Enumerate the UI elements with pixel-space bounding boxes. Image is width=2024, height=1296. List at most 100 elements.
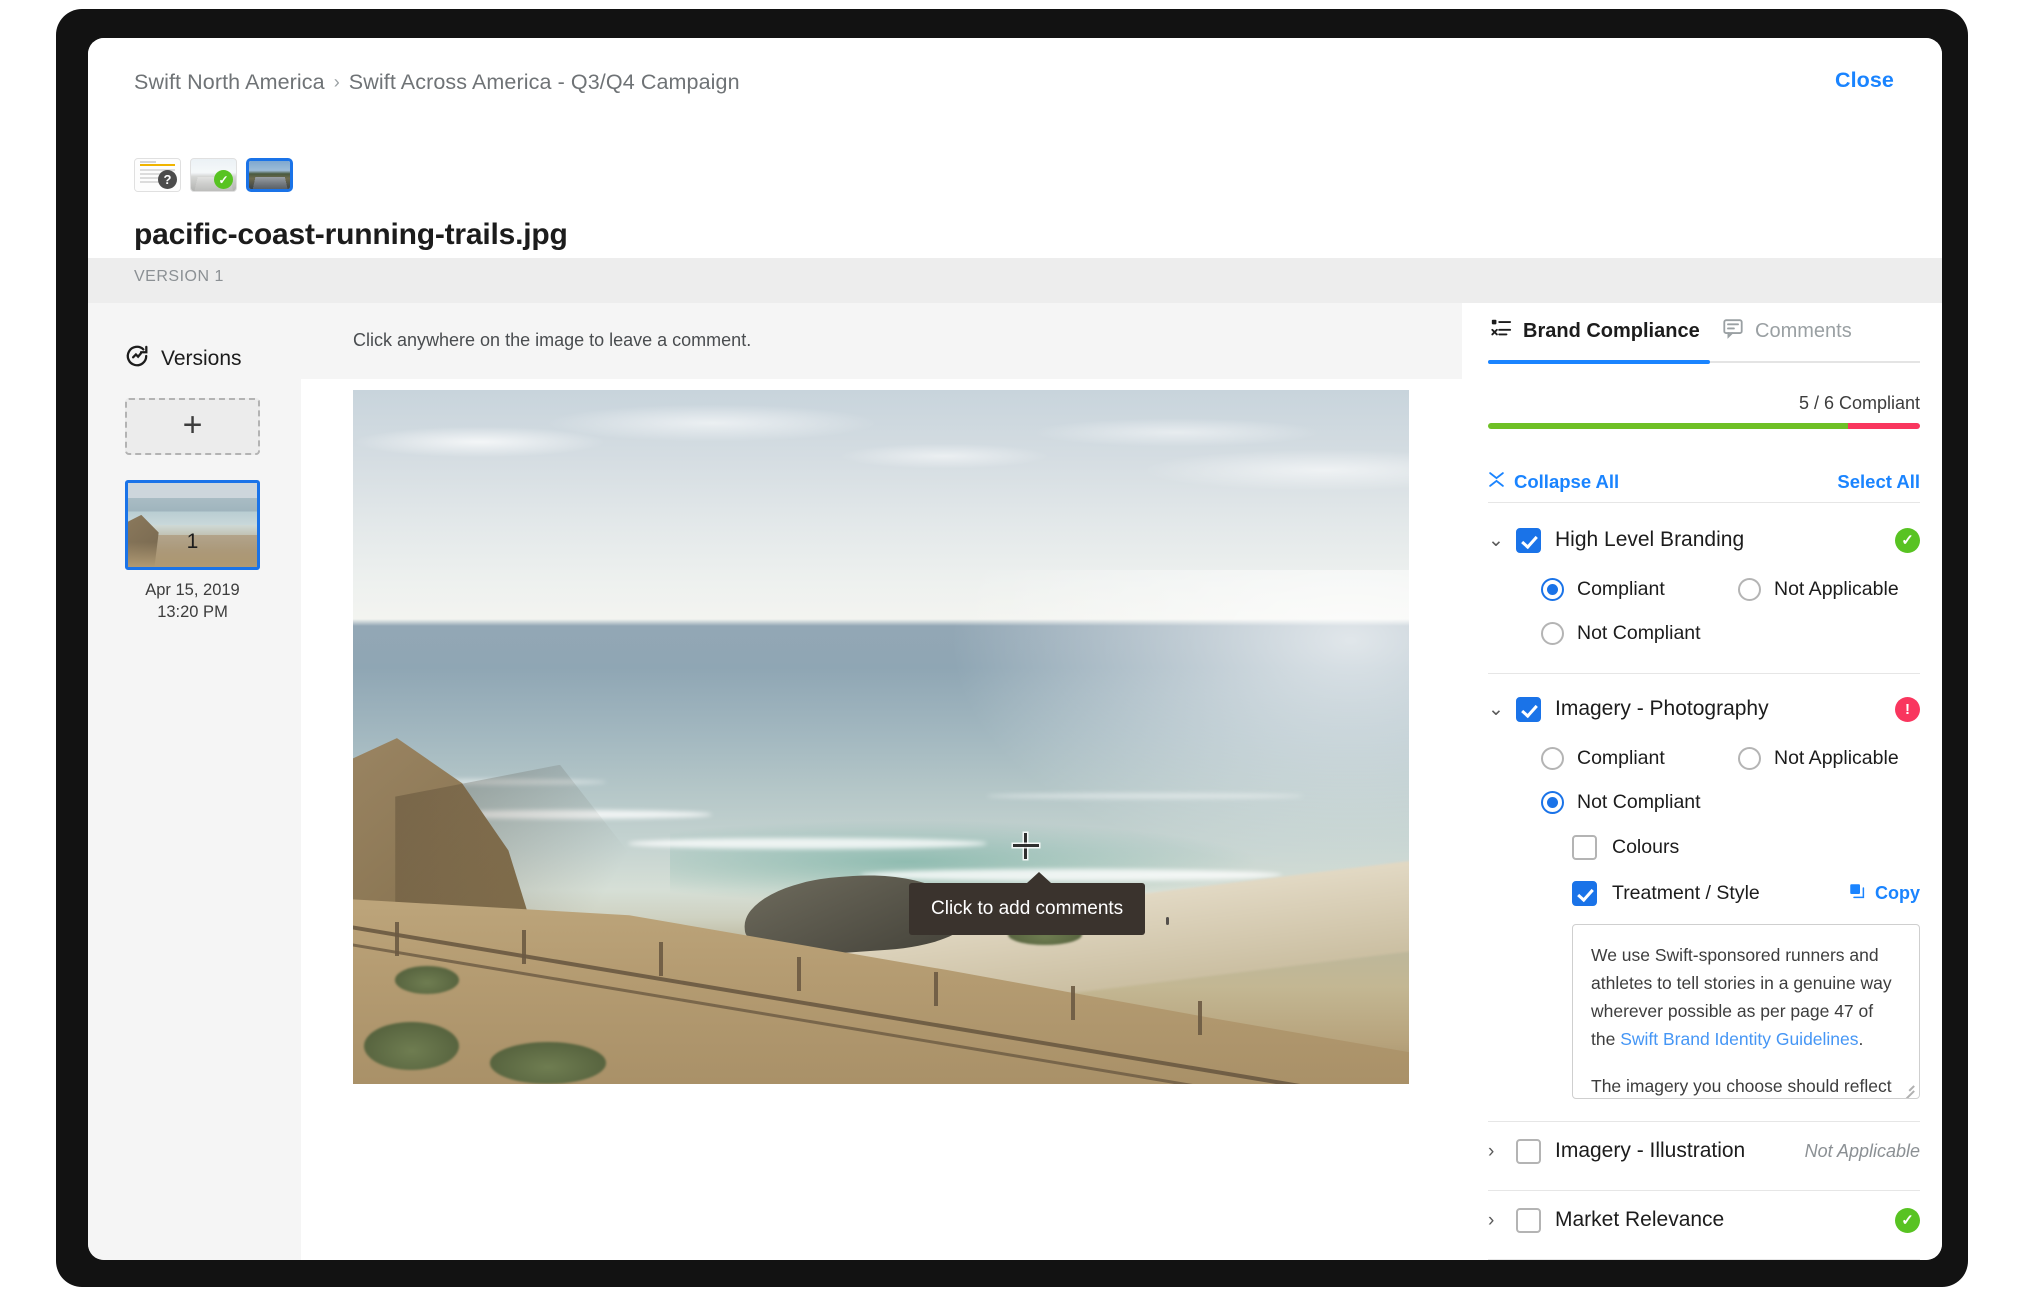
progress-compliant-segment	[1488, 423, 1848, 429]
chevron-down-icon[interactable]: ⌄	[1488, 531, 1504, 550]
guidance-textarea[interactable]: We use Swift-sponsored runners and athle…	[1572, 924, 1920, 1099]
sub-checkbox[interactable]	[1572, 834, 1597, 860]
version-label: VERSION 1	[134, 268, 224, 285]
wave-line	[986, 792, 1304, 799]
asset-image-canvas[interactable]: Click to add comments	[353, 390, 1409, 1084]
question-badge-icon: ?	[158, 170, 177, 189]
radio-not-compliant[interactable]: Not Compliant	[1541, 621, 1701, 645]
version-time-text: 13:20 PM	[157, 603, 228, 622]
radio-not-applicable[interactable]: Not Applicable	[1738, 577, 1920, 601]
green-check-icon: ✓	[1895, 1207, 1920, 1233]
section-checkbox[interactable]	[1516, 527, 1541, 553]
radio-dot	[1541, 790, 1564, 814]
wave-line	[627, 837, 987, 849]
plus-icon: +	[182, 405, 203, 444]
version-history-icon	[124, 343, 150, 374]
section-title: Imagery - Illustration	[1555, 1139, 1746, 1162]
version-timestamp: Apr 15, 2019 13:20 PM	[125, 579, 260, 624]
section-options-row: Compliant Not Applicable	[1541, 736, 1920, 780]
collapse-all-button[interactable]: Collapse All	[1488, 471, 1619, 493]
image-viewer: Click anywhere on the image to leave a c…	[301, 303, 1462, 1260]
guidance-text-part2: .	[1858, 1029, 1864, 1049]
radio-label: Not Compliant	[1577, 621, 1701, 644]
tab-brand-compliance[interactable]: Brand Compliance	[1490, 313, 1700, 349]
panel-tabs: Brand Compliance Comments	[1462, 303, 1942, 364]
comment-bubble-icon	[1722, 317, 1744, 345]
resize-handle-icon[interactable]	[1901, 1081, 1914, 1094]
breadcrumb-separator-icon: ›	[333, 72, 340, 92]
copy-icon	[1848, 882, 1866, 905]
versions-heading: Versions	[161, 346, 242, 370]
tab-comments-label: Comments	[1755, 319, 1852, 342]
add-version-button[interactable]: +	[125, 398, 260, 455]
section-header[interactable]: › Market Relevance ✓	[1488, 1191, 1920, 1249]
road-photo-thumbnail[interactable]: ✓	[190, 158, 237, 192]
section-options-row: Not Compliant	[1541, 780, 1920, 824]
version-thumbnail[interactable]: 1	[125, 480, 260, 570]
selected-preview	[249, 161, 290, 189]
version-date-text: Apr 15, 2019	[145, 581, 240, 599]
selected-photo-thumbnail[interactable]	[246, 158, 293, 192]
guidance-paragraph-2: The imagery you choose should reflect ou…	[1591, 1076, 1892, 1096]
breadcrumb-item-root[interactable]: Swift North America	[134, 70, 325, 94]
compliance-progress-bar	[1488, 423, 1920, 429]
section-checkbox[interactable]	[1516, 696, 1541, 722]
tab-comments[interactable]: Comments	[1722, 313, 1852, 349]
radio-compliant[interactable]: Compliant	[1541, 746, 1665, 770]
radio-compliant[interactable]: Compliant	[1541, 577, 1665, 601]
section-header[interactable]: › Imagery - Illustration Not Applicable	[1488, 1122, 1920, 1180]
section-market-relevance: › Market Relevance ✓	[1488, 1191, 1920, 1260]
sub-checkbox[interactable]	[1572, 880, 1597, 906]
section-checkbox[interactable]	[1516, 1138, 1541, 1164]
compliance-progress: 5 / 6 Compliant	[1488, 393, 1920, 429]
section-options-row: Compliant Not Applicable	[1541, 567, 1920, 611]
shrub	[490, 1042, 607, 1084]
coastal-photograph	[353, 390, 1409, 1084]
fence-post	[933, 971, 938, 1006]
viewer-hint-text: Click anywhere on the image to leave a c…	[353, 330, 752, 350]
compliance-sections-list[interactable]: ⌄ High Level Branding ✓ Compliant Not Ap…	[1488, 513, 1920, 1260]
radio-dot	[1738, 577, 1761, 601]
collapse-all-label: Collapse All	[1514, 470, 1620, 492]
fence-post	[1197, 1000, 1202, 1035]
fence-post	[521, 929, 526, 964]
radio-dot	[1738, 746, 1761, 770]
fence-post	[659, 942, 664, 977]
brand-guidelines-link[interactable]: Swift Brand Identity Guidelines	[1620, 1029, 1858, 1049]
section-header[interactable]: ⌄ Imagery - Photography !	[1488, 682, 1920, 736]
page-title: pacific-coast-running-trails.jpg	[134, 218, 568, 251]
close-button[interactable]: Close	[1835, 68, 1894, 93]
shrub	[363, 1021, 459, 1071]
chevron-down-icon[interactable]: ⌄	[1488, 700, 1504, 719]
tab-brand-compliance-label: Brand Compliance	[1523, 319, 1700, 342]
radio-dot	[1541, 577, 1564, 601]
shrub	[1007, 924, 1082, 946]
active-tab-indicator	[1488, 360, 1710, 364]
tab-baseline	[1710, 361, 1920, 363]
section-title: Market Relevance	[1555, 1208, 1725, 1231]
document-thumbnail[interactable]: ?	[134, 158, 181, 192]
shrub	[395, 966, 459, 994]
collapse-icon	[1488, 471, 1505, 493]
radio-dot	[1541, 746, 1564, 770]
select-all-button[interactable]: Select All	[1837, 471, 1920, 493]
section-title: High Level Branding	[1555, 528, 1745, 551]
section-checkbox[interactable]	[1516, 1207, 1541, 1233]
section-title: Imagery - Photography	[1555, 697, 1769, 720]
breadcrumb-item-campaign[interactable]: Swift Across America - Q3/Q4 Campaign	[349, 70, 740, 94]
chevron-right-icon[interactable]: ›	[1488, 1211, 1502, 1230]
radio-label: Not Applicable	[1774, 577, 1899, 600]
section-header[interactable]: ⌄ High Level Branding ✓	[1488, 513, 1920, 567]
chevron-right-icon[interactable]: ›	[1488, 1142, 1502, 1161]
fence-post	[1071, 986, 1076, 1021]
fence-post	[796, 956, 801, 991]
radio-not-applicable[interactable]: Not Applicable	[1738, 746, 1920, 770]
radio-not-compliant[interactable]: Not Compliant	[1541, 790, 1701, 814]
green-check-icon: ✓	[1895, 527, 1920, 553]
breadcrumb: Swift North America › Swift Across America…	[134, 70, 740, 95]
brand-compliance-panel: Brand Compliance Comments 5 / 6 Complian…	[1462, 303, 1942, 1260]
copy-button[interactable]: Copy	[1848, 882, 1920, 905]
radio-label: Not Compliant	[1577, 790, 1701, 813]
panel-actions: Collapse All Select All	[1488, 461, 1920, 503]
version-list-item[interactable]: 1 Apr 15, 2019 13:20 PM	[125, 480, 260, 624]
